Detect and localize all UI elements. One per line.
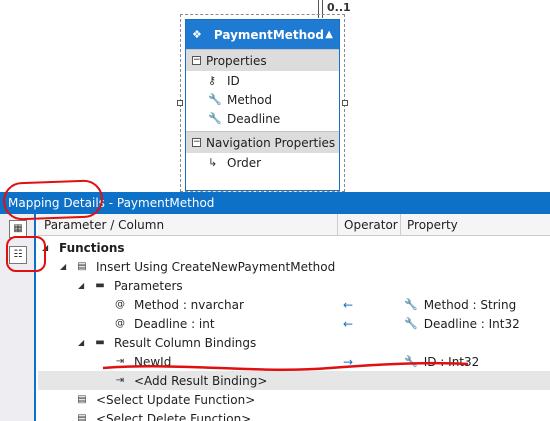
tree-row-result-newid[interactable]: ⇥ NewId → 🔧 ID : Int32	[38, 352, 550, 371]
tree-row-update-function[interactable]: ▤ <Select Update Function>	[38, 390, 550, 409]
property-value: Method : String	[423, 297, 517, 312]
chevron-up-icon[interactable]: ▲	[325, 29, 333, 40]
tree-row-insert-function[interactable]: ◢ ▤ Insert Using CreateNewPaymentMethod	[38, 257, 550, 276]
mapping-details-panel: Mapping Details - PaymentMethod ▦ ☷ Para…	[0, 192, 550, 421]
tree-row-result-column-bindings[interactable]: ◢ ▬ Result Column Bindings	[38, 333, 550, 352]
property-id[interactable]: ⚷ ID	[186, 71, 339, 90]
add-result-binding[interactable]: <Add Result Binding>	[134, 374, 267, 388]
mapped-property[interactable]: 🔧 ID : Int32	[404, 355, 479, 369]
tree-row-functions[interactable]: ◢ Functions	[38, 238, 550, 257]
entity-shape-paymentmethod[interactable]: ❖ PaymentMethod ▲ − Properties ⚷ ID 🔧 Me…	[185, 19, 340, 191]
column-header-operator[interactable]: Operator	[338, 214, 401, 235]
tree-row-add-result-binding[interactable]: ⇥ <Add Result Binding>	[38, 371, 550, 390]
resize-handle-right[interactable]	[342, 100, 348, 106]
entity-title: PaymentMethod	[213, 27, 325, 42]
function-icon: ▤	[77, 393, 87, 405]
property-label: ID	[227, 73, 240, 88]
result-binding-icon: ⇥	[115, 374, 125, 386]
property-label: Method	[227, 92, 273, 107]
wrench-icon: 🔧	[208, 93, 222, 106]
operator-arrow: ←	[343, 316, 354, 331]
annotation-circle-toolbar-button	[6, 236, 46, 272]
column-header-property[interactable]: Property	[401, 214, 550, 235]
collapse-icon[interactable]: −	[192, 56, 201, 65]
property-value: Deadline : Int32	[423, 316, 520, 331]
collapse-icon[interactable]: −	[192, 138, 201, 147]
parameter-name: Deadline : int	[134, 316, 215, 331]
resize-handle-left[interactable]	[177, 100, 183, 106]
folder-icon: ▬	[95, 279, 105, 291]
column-headers: Parameter / Column Operator Property	[38, 214, 550, 236]
property-label: Order	[227, 155, 262, 170]
operator-arrow: ←	[343, 297, 354, 312]
multiplicity-label: 0..1	[327, 1, 351, 14]
folder-icon: ▬	[95, 336, 105, 348]
annotation-circle-title	[2, 179, 104, 221]
key-icon: ⚷	[208, 74, 217, 87]
result-binding-icon: ⇥	[115, 355, 125, 367]
mapped-property[interactable]: 🔧 Method : String	[404, 298, 516, 312]
property-value: ID : Int32	[423, 354, 480, 369]
wrench-icon: 🔧	[404, 355, 418, 368]
tree-row-delete-function[interactable]: ▤ <Select Delete Function>	[38, 409, 550, 421]
designer-canvas[interactable]: 0..1 ❖ PaymentMethod ▲ − Properties ⚷ ID…	[0, 0, 550, 192]
mapping-grid: Parameter / Column Operator Property ◢ F…	[38, 214, 550, 421]
tree-row-parameters[interactable]: ◢ ▬ Parameters	[38, 276, 550, 295]
select-delete-function[interactable]: <Select Delete Function>	[96, 412, 251, 421]
section-title: Navigation Properties	[206, 135, 336, 150]
parameter-name: Method : nvarchar	[134, 297, 244, 312]
function-icon: ▤	[77, 412, 87, 421]
tree-row-parameter-method[interactable]: @ Method : nvarchar ← 🔧 Method : String	[38, 295, 550, 314]
wrench-icon: 🔧	[404, 317, 418, 330]
navigation-icon: ↳	[208, 156, 218, 169]
expander-icon[interactable]: ◢	[60, 262, 66, 271]
wrench-icon: 🔧	[208, 112, 222, 125]
function-icon: ▤	[77, 260, 87, 272]
property-label: Deadline	[227, 111, 281, 126]
tree-row-parameter-deadline[interactable]: @ Deadline : int ← 🔧 Deadline : Int32	[38, 314, 550, 333]
entity-header[interactable]: ❖ PaymentMethod ▲	[186, 20, 339, 49]
row-label: Insert Using CreateNewPaymentMethod	[96, 259, 336, 274]
row-label: Result Column Bindings	[114, 335, 257, 350]
expander-icon[interactable]: ◢	[78, 281, 84, 290]
row-label: Parameters	[114, 278, 183, 293]
select-update-function[interactable]: <Select Update Function>	[96, 393, 255, 407]
section-navigation-properties[interactable]: − Navigation Properties	[186, 131, 339, 153]
row-label: Functions	[59, 240, 125, 255]
property-method[interactable]: 🔧 Method	[186, 90, 339, 109]
navigation-property-order[interactable]: ↳ Order	[186, 153, 339, 172]
section-title: Properties	[206, 53, 267, 68]
expander-icon[interactable]: ◢	[78, 338, 84, 347]
operator-arrow: →	[343, 354, 354, 369]
property-deadline[interactable]: 🔧 Deadline	[186, 109, 339, 128]
parameter-icon: @	[115, 298, 125, 310]
wrench-icon: 🔧	[404, 298, 418, 311]
result-column-name[interactable]: NewId	[134, 355, 171, 369]
section-properties[interactable]: − Properties	[186, 49, 339, 71]
entity-icon: ❖	[192, 28, 202, 41]
parameter-icon: @	[115, 317, 125, 329]
mapped-property[interactable]: 🔧 Deadline : Int32	[404, 317, 520, 331]
